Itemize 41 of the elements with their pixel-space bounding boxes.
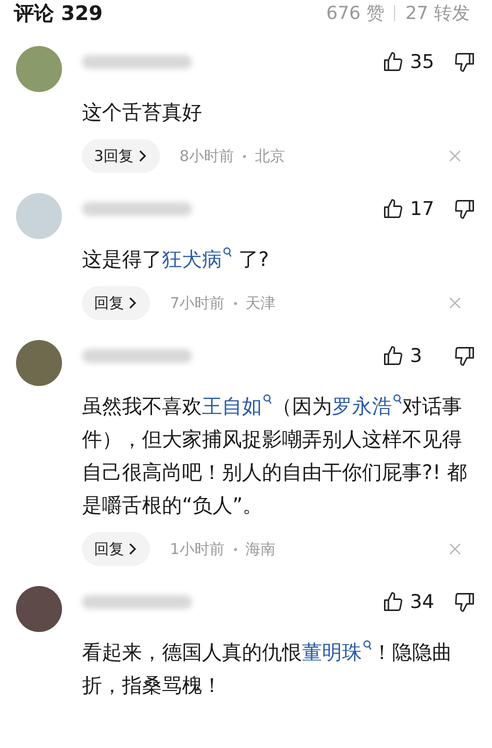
thumbs-down-icon[interactable] bbox=[454, 198, 476, 220]
comment-location: 海南 bbox=[246, 540, 276, 558]
chevron-icon bbox=[128, 296, 138, 310]
topic-link[interactable]: 董明珠 bbox=[302, 640, 372, 664]
topic-link[interactable]: 王自如 bbox=[202, 394, 272, 418]
comment-text: 虽然我不喜欢王自如 （因为罗永浩 对话事件），但大家捕风捉影嘲弄别人这样不见得自己很高尚吧！别人的自由干你们屁事?! 都是嚼舌根的“负人”。 bbox=[82, 393, 468, 519]
thumbs-down-icon[interactable] bbox=[454, 345, 476, 367]
search-icon bbox=[263, 394, 272, 406]
comment-location: 北京 bbox=[255, 146, 286, 166]
avatar[interactable] bbox=[16, 340, 62, 386]
repost-count: 27 转发 bbox=[405, 2, 470, 25]
comment-time: 7小时前 bbox=[170, 294, 225, 312]
search-icon bbox=[393, 394, 402, 406]
like-button[interactable]: 17 bbox=[382, 198, 454, 220]
topic-link[interactable]: 罗永浩 bbox=[332, 394, 402, 418]
like-button[interactable]: 34 bbox=[382, 591, 454, 613]
like-count: 676 赞 bbox=[326, 2, 384, 25]
thumbs-up-icon bbox=[382, 591, 404, 613]
thumbs-down-icon[interactable] bbox=[454, 51, 476, 73]
comment-time: 1小时前 bbox=[170, 540, 225, 558]
comment-location: 天津 bbox=[246, 294, 276, 312]
comment-text: 看起来，德国人真的仇恨董明珠 ！隐隐曲折，指桑骂槐！ bbox=[82, 639, 453, 699]
reply-button[interactable]: 回复 bbox=[82, 286, 150, 320]
thumbs-down-icon[interactable] bbox=[454, 591, 476, 613]
comments-title: 评论 329 bbox=[14, 1, 103, 25]
chevron-icon bbox=[128, 542, 138, 556]
like-button[interactable]: 35 bbox=[382, 51, 454, 73]
thumbs-up-icon bbox=[382, 345, 404, 367]
like-button[interactable]: 3 bbox=[382, 345, 454, 367]
comment-text: 这是得了狂犬病 了? bbox=[82, 246, 270, 273]
comment-time: 8小时前 bbox=[180, 146, 234, 166]
reply-button[interactable]: 回复 bbox=[82, 532, 150, 566]
search-icon bbox=[363, 640, 372, 652]
topic-link[interactable]: 狂犬病 bbox=[162, 247, 232, 271]
chevron-icon bbox=[138, 149, 148, 163]
avatar[interactable] bbox=[16, 586, 62, 632]
search-icon bbox=[223, 247, 232, 258]
reply-button[interactable]: 3回复 bbox=[82, 139, 160, 173]
thumbs-up-icon bbox=[382, 198, 404, 220]
thumbs-up-icon bbox=[382, 51, 404, 73]
comment-text: 这个舌苔真好 bbox=[82, 99, 203, 126]
